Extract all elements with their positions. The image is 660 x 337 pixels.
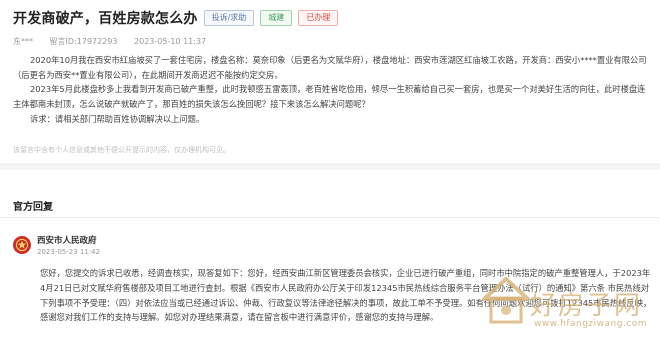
post-title: 开发商破产，百姓房款怎么办 (13, 11, 198, 27)
privacy-notice: 该留言中含有个人信息或其他不便公开提示的内容，仅办理机构可见。 (13, 146, 230, 154)
tag-status: 已办理 (298, 10, 339, 26)
reply-org-info: 西安市人民政府 2023-05-23 11:42 (37, 236, 100, 257)
reply-paragraph: 您好，您提交的诉求已收悉，经调查核实，现答复如下：您好，经西安曲江新区管理委员会… (40, 268, 652, 323)
reply-header-line (0, 217, 660, 218)
government-emblem-icon (13, 236, 31, 254)
post-title-row: 开发商破产，百姓房款怎么办 投诉/求助 城建 已办理 (13, 9, 339, 27)
reply-body: 您好，您提交的诉求已收悉，经调查核实，现答复如下：您好，经西安曲江新区管理委员会… (40, 266, 652, 325)
post-appeal: 诉求：请相关部门帮助百姓协调解决以上问题。 (30, 114, 205, 124)
post-author: 东*** (13, 37, 33, 46)
reply-header: 官方回复 (13, 202, 53, 213)
post-section: 开发商破产，百姓房款怎么办 投诉/求助 城建 已办理 东*** 留言ID:179… (0, 0, 660, 156)
post-body: 2020年10月我在西安市红庙坡买了一套住宅房，楼盘名称：莫奈印象（后更名为文赋… (13, 53, 649, 126)
post-datetime: 2023-05-10 11:37 (134, 37, 207, 46)
post-paragraph: 2020年10月我在西安市红庙坡买了一套住宅房，楼盘名称：莫奈印象（后更名为文赋… (13, 55, 647, 80)
tag-category[interactable]: 投诉/求助 (203, 10, 255, 26)
reply-time: 2023-05-23 11:42 (37, 248, 101, 256)
post-meta: 东*** 留言ID:17972293 2023-05-10 11:37 (13, 36, 220, 47)
reply-org-name: 西安市人民政府 (37, 236, 97, 246)
post-message-id: 留言ID:17972293 (49, 37, 118, 46)
tag-domain[interactable]: 城建 (260, 10, 293, 26)
reply-org-block: 西安市人民政府 2023-05-23 11:42 (13, 236, 100, 257)
section-divider (0, 163, 660, 170)
post-paragraph: 2023年5月此楼盘秒多上我看到开发商已破产重整，此时我顿感五雷轰顶，老百姓省吃… (13, 84, 646, 109)
